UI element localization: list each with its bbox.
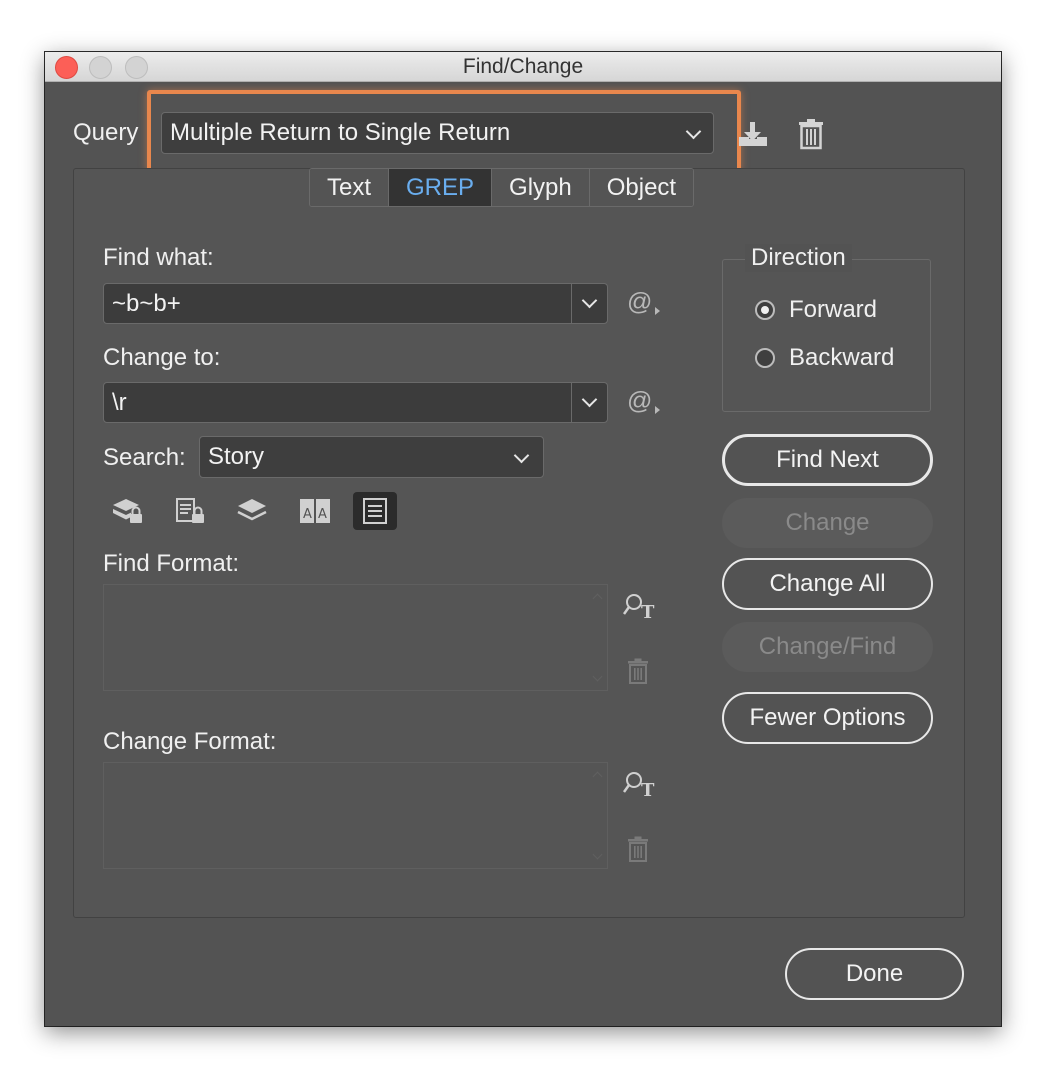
change-to-history-dropdown[interactable]: [571, 383, 607, 422]
tab-object[interactable]: Object: [589, 169, 694, 206]
search-label: Search:: [103, 444, 186, 471]
find-what-history-dropdown[interactable]: [571, 284, 607, 323]
title-bar[interactable]: Find/Change: [45, 52, 1001, 82]
locked-layers-icon[interactable]: [105, 492, 149, 530]
find-what-field[interactable]: ~b~b+: [103, 283, 608, 324]
scroll-up-icon[interactable]: [592, 593, 603, 604]
window-title: Find/Change: [462, 55, 584, 78]
chevron-down-icon: [581, 391, 598, 408]
find-next-button[interactable]: Find Next: [722, 434, 933, 486]
tab-bar: Text GREP Glyph Object: [309, 168, 695, 207]
clear-find-format-icon[interactable]: [627, 658, 649, 689]
find-format-box[interactable]: [103, 584, 608, 691]
tab-text[interactable]: Text: [310, 169, 390, 206]
scroll-down-icon[interactable]: [592, 671, 603, 682]
save-query-icon[interactable]: [737, 120, 769, 150]
svg-text:T: T: [641, 602, 655, 620]
query-label: Query: [73, 119, 139, 146]
direction-title: Direction: [745, 244, 852, 272]
forward-radio[interactable]: [755, 300, 775, 320]
direction-backward-option[interactable]: Backward: [755, 344, 894, 372]
find-format-label: Find Format:: [103, 550, 240, 577]
search-selected-value: Story: [208, 443, 265, 470]
special-characters-change-icon[interactable]: @: [627, 387, 661, 416]
svg-text:T: T: [641, 780, 655, 798]
change-to-label: Change to:: [103, 344, 221, 371]
change-to-value: \r: [112, 388, 127, 416]
backward-radio[interactable]: [755, 348, 775, 368]
svg-text:A: A: [318, 507, 327, 522]
find-what-value: ~b~b+: [112, 289, 181, 317]
specify-change-format-icon[interactable]: T: [622, 770, 657, 803]
forward-label: Forward: [789, 296, 878, 323]
locked-stories-icon[interactable]: [168, 492, 212, 530]
scroll-up-icon[interactable]: [592, 771, 603, 782]
change-format-label: Change Format:: [103, 728, 277, 755]
specify-find-format-icon[interactable]: T: [622, 592, 657, 625]
find-what-label: Find what:: [103, 244, 214, 271]
chevron-down-icon: [581, 292, 598, 309]
change-to-field[interactable]: \r: [103, 382, 608, 423]
change-find-button[interactable]: Change/Find: [722, 622, 933, 672]
change-all-button[interactable]: Change All: [722, 558, 933, 610]
find-change-dialog: Find/Change Query Multiple Return to Sin…: [45, 52, 1001, 1026]
fewer-options-button[interactable]: Fewer Options: [722, 692, 933, 744]
direction-group: [722, 259, 931, 412]
delete-query-icon[interactable]: [798, 118, 824, 150]
change-button[interactable]: Change: [722, 498, 933, 548]
change-format-box[interactable]: [103, 762, 608, 869]
backward-label: Backward: [789, 344, 895, 371]
chevron-down-icon: [513, 447, 530, 464]
svg-text:A: A: [303, 507, 312, 522]
search-scope-dropdown[interactable]: Story: [199, 436, 544, 478]
query-highlight-annotation: [147, 90, 741, 172]
done-button[interactable]: Done: [785, 948, 964, 1000]
clear-change-format-icon[interactable]: [627, 836, 649, 867]
footnotes-icon[interactable]: [353, 492, 397, 530]
special-characters-find-icon[interactable]: @: [627, 288, 661, 317]
master-pages-icon[interactable]: A A: [291, 492, 335, 530]
tab-grep[interactable]: GREP: [389, 169, 493, 206]
hidden-layers-icon[interactable]: [229, 492, 273, 530]
direction-forward-option[interactable]: Forward: [755, 296, 877, 324]
scroll-down-icon[interactable]: [592, 849, 603, 860]
tab-glyph[interactable]: Glyph: [492, 169, 590, 206]
